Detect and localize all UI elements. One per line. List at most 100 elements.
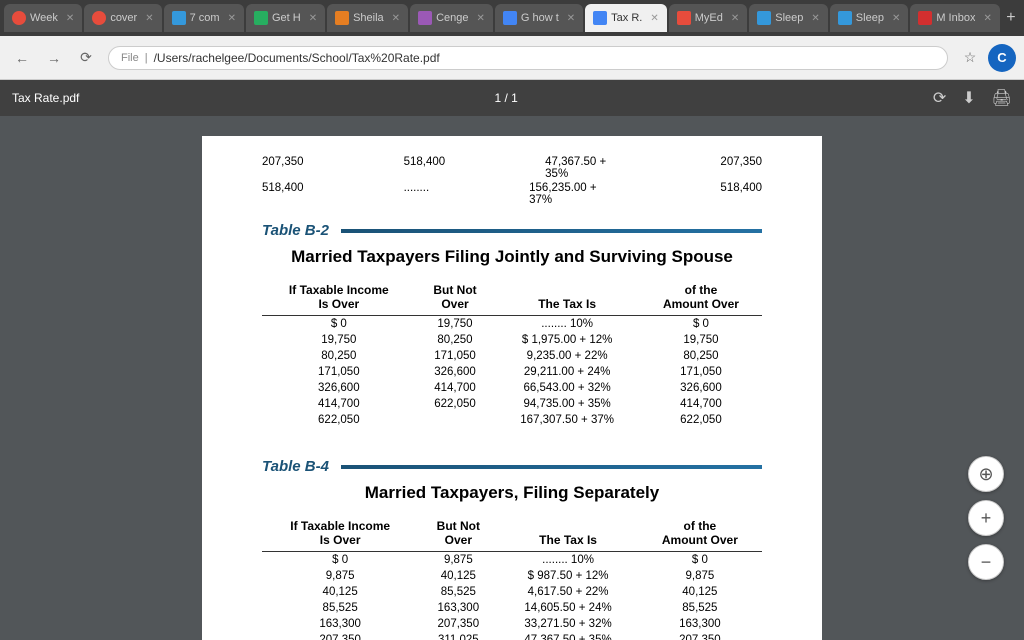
- b4-amount-4: 163,300: [638, 616, 762, 632]
- tab-week[interactable]: Week ✕: [4, 4, 82, 32]
- url-bar[interactable]: File | /Users/rachelgee/Documents/School…: [108, 46, 948, 70]
- tab-myed[interactable]: MyEd ✕: [669, 4, 748, 32]
- table-b4-header-row: Table B-4: [262, 458, 762, 475]
- b4-tax-5: 47,367.50 + 35%: [498, 632, 637, 640]
- table-row: 85,525 163,300 14,605.50 + 24% 85,525: [262, 600, 762, 616]
- tab-taxrate[interactable]: Tax R. ✕: [585, 4, 667, 32]
- back-button[interactable]: ←: [8, 44, 36, 72]
- tab-close-taxrate[interactable]: ✕: [650, 13, 658, 24]
- rotate-icon[interactable]: ⟳: [933, 88, 946, 108]
- table-b4: If Taxable Income Is Over But Not Over T…: [262, 515, 762, 640]
- table-row: 171,050 326,600 29,211.00 + 24% 171,050: [262, 364, 762, 380]
- pdf-page: 207,350 518,400 47,367.50 + 35% 207,350 …: [202, 136, 822, 640]
- tab-close-inbox[interactable]: ✕: [983, 13, 991, 24]
- browser-actions: ☆ C: [956, 44, 1016, 72]
- tab-close-sheila[interactable]: ✕: [392, 13, 400, 24]
- tab-sleep1[interactable]: Sleep ✕: [749, 4, 828, 32]
- b4-tax-4: 33,271.50 + 32%: [498, 616, 637, 632]
- refresh-button[interactable]: ⟳: [72, 44, 100, 72]
- b2-amount-0: $ 0: [640, 316, 762, 333]
- top-r2-c3: 156,235.00 + 37%: [529, 182, 620, 206]
- tab-sleep2[interactable]: Sleep ✕: [830, 4, 909, 32]
- b4-income-3: 85,525: [262, 600, 418, 616]
- tab-close-sleep2[interactable]: ✕: [892, 13, 900, 24]
- b4-butnot-3: 163,300: [418, 600, 498, 616]
- table-b4-header-butnot: But Not Over: [418, 515, 498, 552]
- b2-butnot-1: 80,250: [416, 332, 495, 348]
- browser-chrome: Week ✕ cover ✕ 7 com ✕ Get H ✕ Sheila ✕ …: [0, 0, 1024, 80]
- b2-income-3: 171,050: [262, 364, 416, 380]
- tab-favicon-taxrate: [593, 11, 607, 25]
- tab-add-button[interactable]: +: [1002, 4, 1020, 32]
- tab-inbox[interactable]: M Inbox ✕: [910, 4, 1000, 32]
- tab-howto[interactable]: G how t ✕: [495, 4, 583, 32]
- b2-income-5: 414,700: [262, 396, 416, 412]
- pdf-filename: Tax Rate.pdf: [12, 91, 79, 105]
- tab-favicon-geth: [254, 11, 268, 25]
- tab-favicon-sheila: [335, 11, 349, 25]
- table-b2-header-butnot: But Not Over: [416, 279, 495, 316]
- address-bar: ← → ⟳ File | /Users/rachelgee/Documents/…: [0, 36, 1024, 80]
- b4-tax-1: $ 987.50 + 12%: [498, 568, 637, 584]
- tab-label-cenge: Cenge: [436, 12, 468, 24]
- top-row-2: 518,400 ........ 156,235.00 + 37% 518,40…: [262, 182, 762, 206]
- tab-close-7com[interactable]: ✕: [228, 13, 236, 24]
- tab-label-sleep2: Sleep: [856, 12, 884, 24]
- b4-amount-1: 9,875: [638, 568, 762, 584]
- tab-geth[interactable]: Get H ✕: [246, 4, 325, 32]
- tab-favicon-sleep1: [757, 11, 771, 25]
- b2-income-6: 622,050: [262, 412, 416, 428]
- table-b4-section: Table B-4 Married Taxpayers, Filing Sepa…: [262, 458, 762, 640]
- tab-close-sleep1[interactable]: ✕: [811, 13, 819, 24]
- tab-close-geth[interactable]: ✕: [309, 13, 317, 24]
- tab-7com[interactable]: 7 com ✕: [164, 4, 244, 32]
- download-icon[interactable]: ⬇: [962, 88, 975, 108]
- b4-amount-3: 85,525: [638, 600, 762, 616]
- tab-favicon-sleep2: [838, 11, 852, 25]
- tab-close-cenge[interactable]: ✕: [476, 13, 484, 24]
- tab-favicon-cenge: [418, 11, 432, 25]
- b4-butnot-5: 311,025: [418, 632, 498, 640]
- table-b2: If Taxable Income Is Over But Not Over T…: [262, 279, 762, 428]
- b2-amount-6: 622,050: [640, 412, 762, 428]
- tab-label-cover: cover: [110, 12, 137, 24]
- table-row: 19,750 80,250 $ 1,975.00 + 12% 19,750: [262, 332, 762, 348]
- b2-amount-2: 80,250: [640, 348, 762, 364]
- table-b4-title: Married Taxpayers, Filing Separately: [262, 483, 762, 503]
- bookmark-button[interactable]: ☆: [956, 44, 984, 72]
- b2-income-1: 19,750: [262, 332, 416, 348]
- tab-close-cover[interactable]: ✕: [145, 13, 153, 24]
- table-row: 163,300 207,350 33,271.50 + 32% 163,300: [262, 616, 762, 632]
- b2-butnot-4: 414,700: [416, 380, 495, 396]
- tab-favicon-7com: [172, 11, 186, 25]
- b2-butnot-2: 171,050: [416, 348, 495, 364]
- b2-tax-0: ........ 10%: [494, 316, 640, 333]
- tab-close-myed[interactable]: ✕: [731, 13, 739, 24]
- url-text: /Users/rachelgee/Documents/School/Tax%20…: [154, 51, 440, 65]
- b4-amount-5: 207,350: [638, 632, 762, 640]
- tab-close-week[interactable]: ✕: [66, 13, 74, 24]
- print-icon[interactable]: 🖨: [992, 88, 1012, 108]
- zoom-expand-button[interactable]: ⊕: [968, 456, 1004, 492]
- b2-butnot-6: [416, 412, 495, 428]
- zoom-out-button[interactable]: −: [968, 544, 1004, 580]
- table-row: 40,125 85,525 4,617.50 + 22% 40,125: [262, 584, 762, 600]
- zoom-in-button[interactable]: +: [968, 500, 1004, 536]
- tab-close-howto[interactable]: ✕: [567, 13, 575, 24]
- tab-label-7com: 7 com: [190, 12, 220, 24]
- tab-cover[interactable]: cover ✕: [84, 4, 161, 32]
- tab-label-week: Week: [30, 12, 58, 24]
- tab-favicon-cover: [92, 11, 106, 25]
- tab-cenge[interactable]: Cenge ✕: [410, 4, 493, 32]
- b2-tax-2: 9,235.00 + 22%: [494, 348, 640, 364]
- profile-button[interactable]: C: [988, 44, 1016, 72]
- table-b2-divider: [341, 229, 762, 233]
- table-b4-label: Table B-4: [262, 458, 329, 475]
- top-r1-c2: 518,400: [404, 156, 446, 180]
- b2-tax-6: 167,307.50 + 37%: [494, 412, 640, 428]
- table-row: 326,600 414,700 66,543.00 + 32% 326,600: [262, 380, 762, 396]
- table-row: 207,350 311,025 47,367.50 + 35% 207,350: [262, 632, 762, 640]
- top-partial-table: 207,350 518,400 47,367.50 + 35% 207,350 …: [262, 156, 762, 206]
- forward-button[interactable]: →: [40, 44, 68, 72]
- tab-sheila[interactable]: Sheila ✕: [327, 4, 408, 32]
